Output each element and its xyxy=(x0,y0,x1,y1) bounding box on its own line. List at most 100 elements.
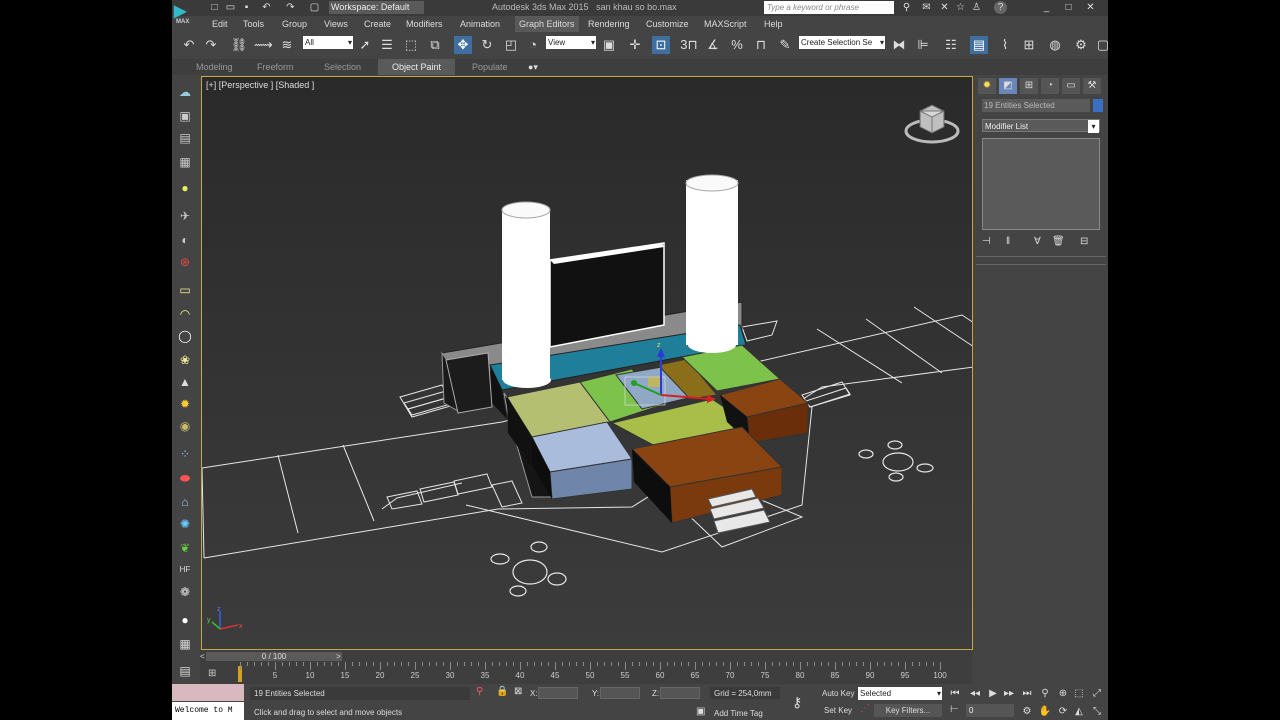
z-coordinate-input[interactable] xyxy=(660,687,700,699)
material-editor-icon[interactable]: ◍ xyxy=(1046,36,1064,54)
select-object-icon[interactable]: ➚ xyxy=(356,36,374,54)
mirror-icon[interactable]: ⧓ xyxy=(890,36,908,54)
menu-maxscript[interactable]: MAXScript xyxy=(704,16,747,32)
key-mode-dropdown[interactable]: Selected xyxy=(858,687,942,700)
maxscript-mini-listener[interactable] xyxy=(172,684,244,701)
sun-icon[interactable]: ✹ xyxy=(177,396,193,412)
modifier-list-dropdown[interactable]: Modifier List ▾ xyxy=(982,119,1100,133)
select-and-rotate-icon[interactable]: ↻ xyxy=(478,36,496,54)
menu-create[interactable]: Create xyxy=(364,16,391,32)
motion-tab-icon[interactable]: ◔ xyxy=(1041,78,1059,94)
select-and-move-icon[interactable]: ✥ xyxy=(454,36,472,54)
menu-tools[interactable]: Tools xyxy=(243,16,264,32)
workspace-dropdown[interactable]: Workspace: Default xyxy=(329,1,424,14)
menu-edit[interactable]: Edit xyxy=(212,16,228,32)
transform-tools-icon[interactable]: ◐ xyxy=(177,232,193,248)
window-crossing-icon[interactable]: ⧉ xyxy=(426,36,444,54)
open-file-icon[interactable]: ▭ xyxy=(224,1,237,14)
rectangular-selection-icon[interactable]: ⬚ xyxy=(402,36,420,54)
modify-tab-icon[interactable]: ◩ xyxy=(999,78,1017,94)
add-time-tag[interactable]: Add Time Tag xyxy=(714,709,763,718)
menu-customize[interactable]: Customize xyxy=(646,16,689,32)
mini-listener-icon[interactable]: ▤ xyxy=(177,664,193,680)
light-explorer-icon[interactable]: ● xyxy=(177,180,193,196)
display-tab-icon[interactable]: ▭ xyxy=(1062,78,1080,94)
tab-modeling[interactable]: Modeling xyxy=(196,59,233,75)
zoom-all-icon[interactable]: ⊕ xyxy=(1056,688,1070,700)
pan-icon[interactable]: ✋ xyxy=(1038,706,1052,718)
redo-icon[interactable]: ↷ xyxy=(284,1,297,14)
maximize-viewport-icon[interactable]: ⤢ xyxy=(1090,688,1104,700)
modifier-stack[interactable] xyxy=(982,138,1100,230)
torus-icon[interactable]: ❀ xyxy=(177,352,193,368)
set-key-button[interactable]: Set Key xyxy=(824,706,852,715)
cylinder-icon[interactable]: ◯ xyxy=(177,328,193,344)
angle-snap-icon[interactable]: ∡ xyxy=(704,36,722,54)
hair-fur-icon[interactable]: HF xyxy=(177,562,193,578)
menu-group[interactable]: Group xyxy=(282,16,307,32)
hierarchy-tab-icon[interactable]: ⊞ xyxy=(1020,78,1038,94)
container-explorer-icon[interactable]: ☁ xyxy=(177,84,193,100)
cone-icon[interactable]: ▲ xyxy=(177,374,193,390)
tab-selection[interactable]: Selection xyxy=(324,59,361,75)
menu-graph-editors[interactable]: Graph Editors xyxy=(515,16,579,32)
capsule-icon[interactable]: ⬬ xyxy=(177,470,193,486)
field-of-view-icon[interactable]: ◭ xyxy=(1072,706,1086,718)
geosphere-blue-icon[interactable]: ✺ xyxy=(177,516,193,532)
communication-icon[interactable]: ✕ xyxy=(938,1,951,14)
search-input[interactable]: Type a keyword or phrase xyxy=(764,1,894,14)
isolate-selection-icon[interactable]: ⚲ xyxy=(476,686,483,697)
ribbon-options-icon[interactable]: ●▾ xyxy=(528,59,538,75)
spring-icon[interactable]: ❁ xyxy=(177,584,193,600)
maxscript-listener-output[interactable]: Welcome to M xyxy=(172,702,244,720)
spinner-snap-icon[interactable]: ⊓ xyxy=(752,36,770,54)
time-slider-prev-icon[interactable]: < xyxy=(200,652,205,661)
layer-explorer-icon[interactable]: ▤ xyxy=(177,130,193,146)
scene-explorer-icon[interactable]: ▣ xyxy=(177,108,193,124)
key-filters-button[interactable]: Key Filters... xyxy=(874,704,942,717)
box-icon[interactable]: ▭ xyxy=(177,282,193,298)
tab-populate[interactable]: Populate xyxy=(472,59,508,75)
select-by-name-icon[interactable]: ☰ xyxy=(378,36,396,54)
snaps-toggle-icon[interactable]: 3⊓ xyxy=(680,36,698,54)
grid-icon[interactable]: ▦ xyxy=(177,636,193,652)
default-in-out-tangent-icon[interactable]: ⋰ xyxy=(860,703,870,714)
selection-lock-icon[interactable]: 🔒 xyxy=(496,686,508,697)
camera-tools-icon[interactable]: ✈ xyxy=(177,208,193,224)
x-coordinate-input[interactable] xyxy=(538,687,578,699)
binoculars-icon[interactable]: ⚲ xyxy=(900,1,913,14)
auto-key-button[interactable]: Auto Key xyxy=(822,689,854,698)
layer-manager-icon[interactable]: ☷ xyxy=(942,36,960,54)
pin-stack-icon[interactable]: ⊣ xyxy=(982,236,991,247)
configure-modifier-sets-icon[interactable]: ⊟ xyxy=(1080,236,1088,247)
select-and-scale-icon[interactable]: ◰ xyxy=(502,36,520,54)
keyboard-shortcut-override-icon[interactable]: ⊡ xyxy=(652,36,670,54)
percent-snap-icon[interactable]: % xyxy=(728,36,746,54)
save-file-icon[interactable]: ▪ xyxy=(240,1,253,14)
help-icon[interactable]: ? xyxy=(994,1,1007,14)
make-unique-icon[interactable]: ∀ xyxy=(1034,236,1041,247)
particles-icon[interactable]: ⁘ xyxy=(177,446,193,462)
rendered-frame-icon[interactable]: ▢ xyxy=(1094,36,1108,54)
time-configuration-icon[interactable]: ⚙ xyxy=(1020,706,1034,718)
menu-views[interactable]: Views xyxy=(324,16,348,32)
time-slider[interactable]: 0 / 100 xyxy=(206,652,342,661)
remove-modifier-icon[interactable]: 🗑 xyxy=(1052,236,1065,247)
selection-filter-dropdown[interactable]: All xyxy=(303,36,353,49)
tab-object-paint[interactable]: Object Paint xyxy=(378,59,456,75)
reference-coordinate-dropdown[interactable]: View xyxy=(546,36,596,49)
use-pivot-center-icon[interactable]: ▣ xyxy=(600,36,618,54)
camera-icon[interactable]: ⊛ xyxy=(177,254,193,270)
menu-modifiers[interactable]: Modifiers xyxy=(406,16,443,32)
key-icon[interactable]: ⚷ xyxy=(792,694,802,711)
perspective-viewport[interactable]: [+] [Perspective ] [Shaded ] z z x y xyxy=(201,76,973,650)
select-and-place-icon[interactable]: ◔ xyxy=(524,36,542,54)
time-tag-icon[interactable]: ▣ xyxy=(696,706,705,717)
project-folder-icon[interactable]: ▢ xyxy=(308,1,321,14)
menu-help[interactable]: Help xyxy=(764,16,783,32)
show-end-result-icon[interactable]: ‖ xyxy=(1006,236,1010,247)
geosphere-icon[interactable]: ◉ xyxy=(177,418,193,434)
walk-through-icon[interactable]: ⤡ xyxy=(1090,706,1104,718)
sphere-white-icon[interactable]: ● xyxy=(177,612,193,628)
utilities-tab-icon[interactable]: ⚒ xyxy=(1083,78,1101,94)
